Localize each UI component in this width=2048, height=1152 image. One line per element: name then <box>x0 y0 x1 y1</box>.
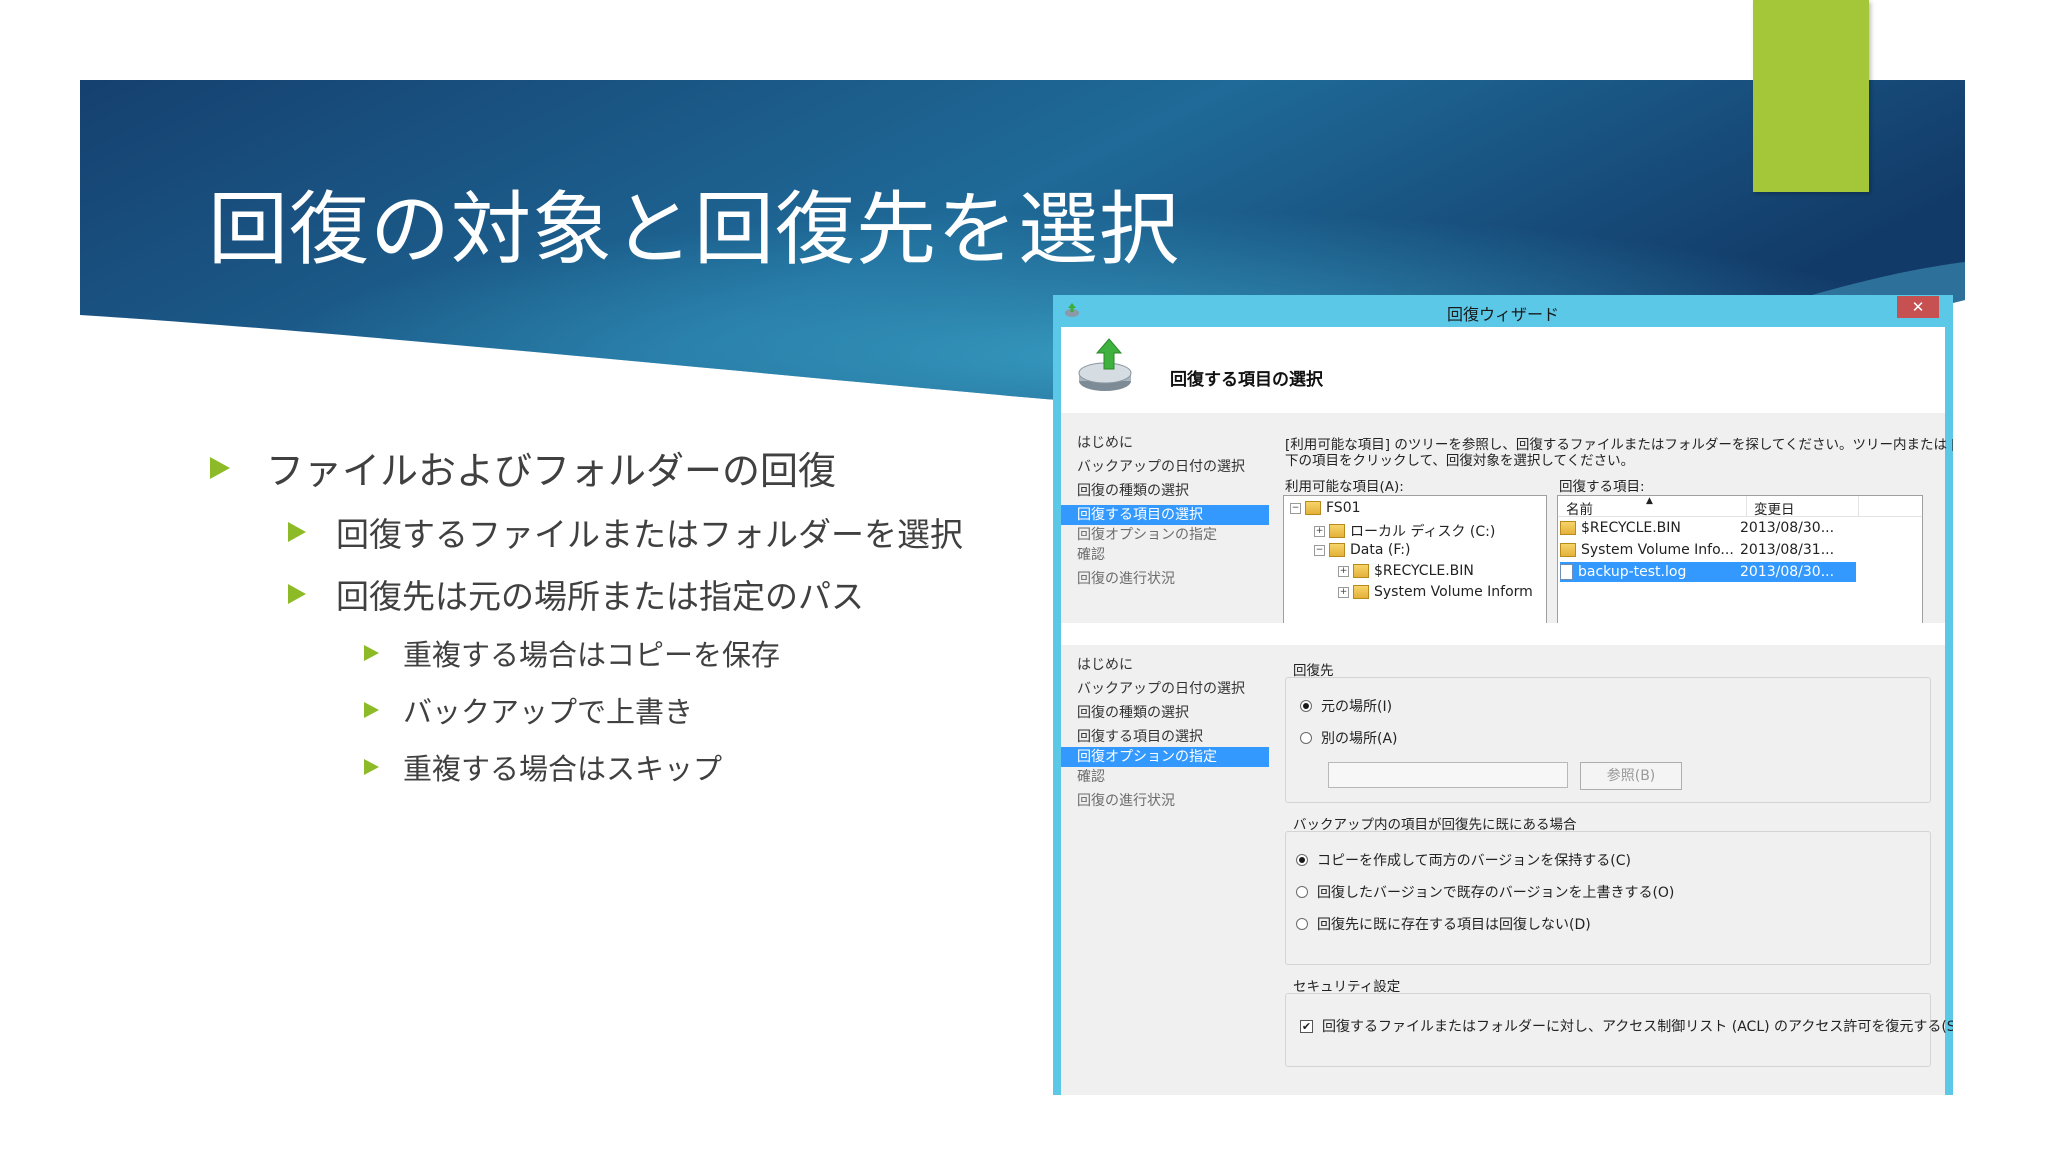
radio-other-location[interactable]: 別の場所(A) <box>1300 728 1398 748</box>
bullet-marker-icon <box>288 584 306 604</box>
nav-item-backup-date[interactable]: バックアップの日付の選択 <box>1061 679 1269 699</box>
column-name[interactable]: 名前 <box>1566 498 1593 518</box>
expand-icon[interactable]: + <box>1314 525 1325 537</box>
nav-item-confirm: 確認 <box>1077 547 1105 563</box>
nav-item-recovery-type[interactable]: 回復の種類の選択 <box>1061 481 1269 501</box>
security-group: ✔ 回復するファイルまたはフォルダーに対し、アクセス制御リスト (ACL) のアク… <box>1285 993 1953 1067</box>
list-item[interactable]: $RECYCLE.BIN 2013/08/30... <box>1560 518 1856 538</box>
destination-path-input[interactable] <box>1328 762 1568 788</box>
checkbox-checked-icon: ✔ <box>1300 1019 1313 1033</box>
bullet-text: 回復するファイルまたはフォルダーを選択 <box>336 515 963 554</box>
folder-icon <box>1305 501 1321 515</box>
wizard-nav-lower: はじめに バックアップの日付の選択 回復の種類の選択 回復する項目の選択 回復オ… <box>1061 645 1269 1095</box>
destination-group: 元の場所(I) 別の場所(A) 参照(B) <box>1285 677 1931 803</box>
window-titlebar[interactable]: 回復ウィザード ✕ <box>1053 295 1953 325</box>
radio-icon <box>1296 886 1308 898</box>
tree-node-data-drive[interactable]: − Data (F:) <box>1314 542 1410 558</box>
bullet-text: 回復先は元の場所または指定のパス <box>336 577 864 616</box>
radio-selected-icon <box>1300 700 1312 712</box>
expand-icon[interactable]: + <box>1338 586 1349 598</box>
folder-icon <box>1329 524 1345 538</box>
bullet-file-folder-recovery: ファイルおよびフォルダーの回復 <box>210 440 836 495</box>
recovery-options-pane: 回復先 元の場所(I) 別の場所(A) 参照(B) バックアップ内の項目が回復先… <box>1269 645 1953 1095</box>
nav-item-options: 回復オプションの指定 <box>1077 527 1217 543</box>
folder-icon <box>1560 521 1576 535</box>
bullet-select-items: 回復するファイルまたはフォルダーを選択 <box>288 508 963 556</box>
folder-icon <box>1329 543 1345 557</box>
tree-node-recycle-bin[interactable]: + $RECYCLE.BIN <box>1338 563 1474 579</box>
folder-icon <box>1353 564 1369 578</box>
radio-icon <box>1300 732 1312 744</box>
bullet-text: バックアップで上書き <box>403 695 694 729</box>
conflict-group-label: バックアップ内の項目が回復先に既にある場合 <box>1293 817 1577 833</box>
tree-node-local-disk[interactable]: + ローカル ディスク (C:) <box>1314 521 1495 541</box>
wizard-nav-upper: はじめに バックアップの日付の選択 回復の種類の選択 回復する項目の選択 回復オ… <box>1061 413 1269 623</box>
nav-item-start[interactable]: はじめに <box>1061 433 1269 453</box>
nav-item-progress: 回復の進行状況 <box>1077 571 1175 587</box>
security-group-label: セキュリティ設定 <box>1293 979 1401 995</box>
bullet-text: ファイルおよびフォルダーの回復 <box>266 449 837 493</box>
window-title: 回復ウィザード <box>1446 305 1559 324</box>
restore-disk-icon <box>1078 338 1132 391</box>
recovery-wizard-window: 回復ウィザード ✕ 回復する項目の選択 はじめに バックアップの日付の選択 回復… <box>1053 295 1953 1095</box>
expand-icon[interactable]: + <box>1338 565 1349 577</box>
list-header: 名前 ▲ 変更日 <box>1558 496 1922 518</box>
bullet-marker-icon <box>364 759 379 775</box>
collapse-icon[interactable]: − <box>1290 502 1301 514</box>
close-button[interactable]: ✕ <box>1897 296 1939 318</box>
wizard-header: 回復する項目の選択 <box>1061 327 1945 413</box>
nav-item-options[interactable]: 回復オプションの指定 <box>1061 747 1269 767</box>
nav-item-backup-date[interactable]: バックアップの日付の選択 <box>1061 457 1269 477</box>
bullet-marker-icon <box>364 645 379 661</box>
bullet-marker-icon <box>210 456 230 479</box>
list-item[interactable]: System Volume Info... 2013/08/31... <box>1560 540 1856 560</box>
nav-item-progress: 回復の進行状況 <box>1077 793 1175 809</box>
conflict-group: コピーを作成して両方のバージョンを保持する(C) 回復したバージョンで既存のバー… <box>1285 831 1931 965</box>
slide-title: 回復の対象と回復先を選択 <box>208 183 1180 276</box>
accent-bar <box>1753 0 1869 192</box>
step-heading: 回復する項目の選択 <box>1170 370 1323 390</box>
bullet-text: 重複する場合はコピーを保存 <box>403 638 781 672</box>
radio-icon <box>1296 918 1308 930</box>
tree-node-fs01[interactable]: − FS01 <box>1290 500 1361 516</box>
browse-button[interactable]: 参照(B) <box>1580 762 1682 790</box>
bullet-skip: 重複する場合はスキップ <box>364 746 722 788</box>
bullet-overwrite: バックアップで上書き <box>364 689 693 731</box>
bullet-text: 重複する場合はスキップ <box>403 752 723 786</box>
tree-node-system-volume[interactable]: + System Volume Inform <box>1338 584 1533 600</box>
nav-item-confirm: 確認 <box>1077 769 1105 785</box>
collapse-icon[interactable]: − <box>1314 544 1325 556</box>
items-selection-pane: [利用可能な項目] のツリーを参照し、回復するファイルまたはフォルダーを探してく… <box>1269 413 1953 625</box>
bullet-marker-icon <box>364 702 379 718</box>
bullet-keep-copy: 重複する場合はコピーを保存 <box>364 632 780 674</box>
file-icon <box>1560 564 1573 580</box>
section-separator <box>1061 623 1945 645</box>
available-items-label: 利用可能な項目(A): <box>1285 479 1404 495</box>
radio-keep-both-versions[interactable]: コピーを作成して両方のバージョンを保持する(C) <box>1296 850 1631 870</box>
sort-ascending-icon: ▲ <box>1646 496 1653 506</box>
bullet-marker-icon <box>288 522 306 542</box>
wizard-body: 回復する項目の選択 はじめに バックアップの日付の選択 回復の種類の選択 回復す… <box>1061 327 1953 1095</box>
checkbox-restore-acl[interactable]: ✔ 回復するファイルまたはフォルダーに対し、アクセス制御リスト (ACL) のアク… <box>1300 1016 1953 1036</box>
radio-skip-existing[interactable]: 回復先に既に存在する項目は回復しない(D) <box>1296 914 1591 934</box>
folder-icon <box>1353 585 1369 599</box>
nav-item-select-items[interactable]: 回復する項目の選択 <box>1061 727 1269 747</box>
available-items-tree[interactable]: − FS01 + ローカル ディスク (C:) − Data (F:) + $RECYC… <box>1283 495 1547 625</box>
destination-group-label: 回復先 <box>1293 663 1334 679</box>
nav-item-start[interactable]: はじめに <box>1061 655 1269 675</box>
list-item-selected[interactable]: backup-test.log 2013/08/30... <box>1560 562 1856 582</box>
selected-items-label: 回復する項目: <box>1559 479 1645 495</box>
radio-overwrite-existing[interactable]: 回復したバージョンで既存のバージョンを上書きする(O) <box>1296 882 1674 902</box>
nav-item-recovery-type[interactable]: 回復の種類の選択 <box>1061 703 1269 723</box>
column-modified[interactable]: 変更日 <box>1754 498 1795 518</box>
radio-original-location[interactable]: 元の場所(I) <box>1300 696 1392 716</box>
items-description-line2: 下の項目をクリックして、回復対象を選択してください。 <box>1285 453 1635 469</box>
nav-item-select-items[interactable]: 回復する項目の選択 <box>1061 505 1269 525</box>
items-to-recover-list[interactable]: 名前 ▲ 変更日 $RECYCLE.BIN 2013/08/30... Syste… <box>1557 495 1923 625</box>
radio-selected-icon <box>1296 854 1308 866</box>
bullet-destination: 回復先は元の場所または指定のパス <box>288 570 864 618</box>
folder-icon <box>1560 543 1576 557</box>
